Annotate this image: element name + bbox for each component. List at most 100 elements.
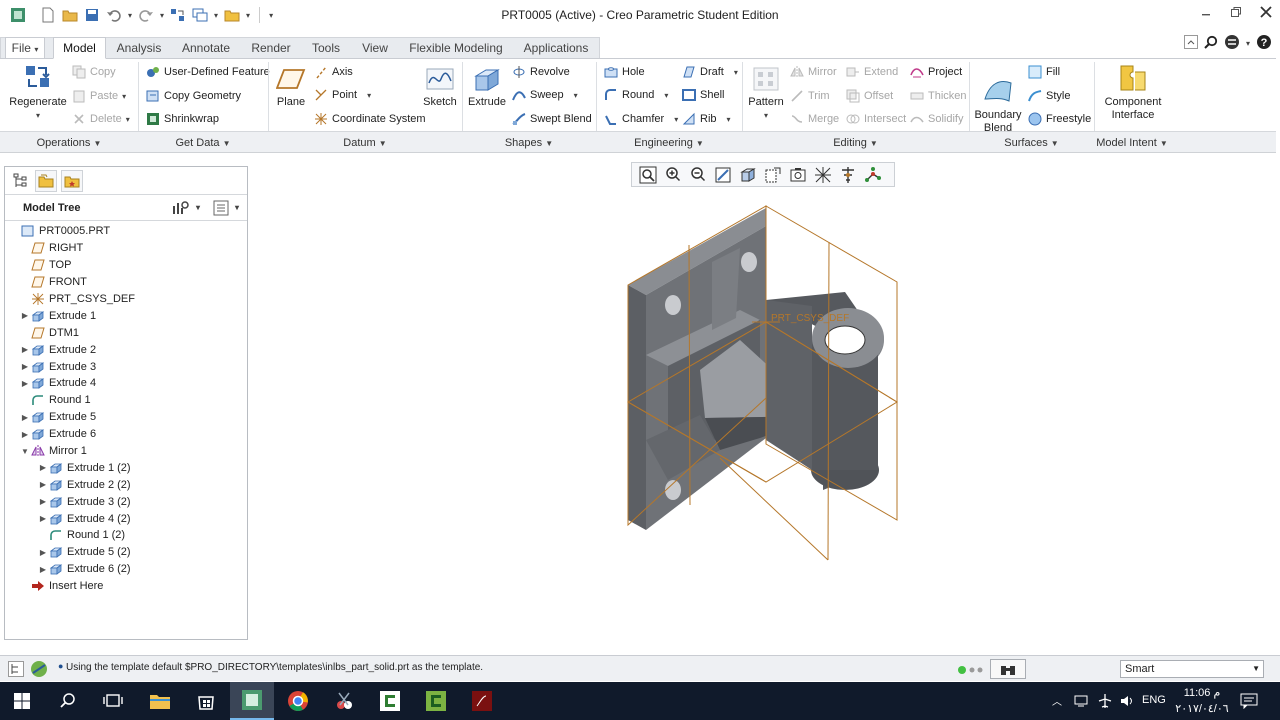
tree-item[interactable]: ▶ Extrude 2 (2) [5, 476, 247, 493]
thicken-button[interactable]: Thicken [910, 89, 967, 103]
trim-button[interactable]: Trim [790, 89, 830, 103]
windows-icon[interactable] [192, 7, 208, 23]
tray-expand-icon[interactable]: ︿ [1052, 693, 1062, 708]
language-indicator[interactable]: ENG [1142, 694, 1166, 706]
chamfer-button[interactable]: Chamfer ▾ [604, 112, 678, 126]
expand-icon[interactable]: ▶ [37, 497, 49, 506]
group-engineering[interactable]: Engineering ▼ [596, 137, 742, 149]
sketch-button[interactable]: Sketch [420, 66, 460, 109]
toggle-navigator-icon[interactable] [8, 661, 24, 680]
search-icon[interactable] [1204, 35, 1218, 52]
insert-here-marker[interactable]: Insert Here [5, 578, 247, 595]
show-filters-icon[interactable] [213, 200, 229, 219]
tree-item[interactable]: Round 1 [5, 392, 247, 409]
copy-geometry-button[interactable]: Copy Geometry [146, 89, 241, 103]
camtasia-recorder-button[interactable] [414, 682, 458, 720]
clock[interactable]: 11:06 م ٢٠١٧/٠٤/٠٦ [1175, 685, 1229, 717]
copy-button[interactable]: Copy [72, 65, 116, 79]
offset-button[interactable]: Offset [846, 89, 893, 103]
tree-item[interactable]: ▶ Extrude 3 (2) [5, 493, 247, 510]
task-view-button[interactable] [91, 682, 135, 720]
expand-icon[interactable]: ▶ [37, 480, 49, 489]
expand-icon[interactable]: ▶ [37, 514, 49, 523]
tree-item[interactable]: DTM1 [5, 324, 247, 341]
user-defined-feature-button[interactable]: User-Defined Feature [146, 65, 270, 79]
model-viewport[interactable]: PRT_CSYS_DEF [250, 155, 1280, 650]
help-icon[interactable]: ? [1256, 34, 1272, 53]
tab-analysis[interactable]: Analysis [108, 37, 170, 59]
shrinkwrap-button[interactable]: Shrinkwrap [146, 112, 219, 126]
tab-view[interactable]: View [352, 37, 398, 59]
graphics-window[interactable]: PRT_CSYS_DEF [250, 155, 1280, 650]
tree-item[interactable]: ▶ Extrude 5 [5, 409, 247, 426]
tab-flexible-modeling[interactable]: Flexible Modeling [400, 37, 512, 59]
creo-taskbar-button[interactable] [230, 682, 274, 720]
tree-item[interactable]: FRONT [5, 274, 247, 291]
round-button[interactable]: Round ▾ [604, 88, 668, 102]
tree-item[interactable]: RIGHT [5, 240, 247, 257]
favorites-tab-icon[interactable] [61, 170, 83, 192]
project-button[interactable]: Project [910, 65, 962, 79]
style-button[interactable]: Style [1028, 89, 1070, 103]
tab-applications[interactable]: Applications [514, 37, 598, 59]
component-interface-button[interactable]: Component Interface [1102, 64, 1164, 122]
chrome-button[interactable] [276, 682, 320, 720]
collapse-icon[interactable]: ▼ [19, 447, 31, 456]
tree-item[interactable]: ▼ Mirror 1 [5, 443, 247, 460]
regenerate-small-icon[interactable] [170, 7, 186, 23]
tree-item[interactable]: ▶ Extrude 4 (2) [5, 510, 247, 527]
account-dropdown-icon[interactable]: ▾ [1246, 39, 1250, 48]
group-get-data[interactable]: Get Data ▼ [138, 137, 268, 149]
restore-icon[interactable] [1230, 6, 1242, 21]
swept-blend-button[interactable]: Swept Blend [512, 112, 592, 126]
regenerate-button[interactable]: Regenerate ▾ [8, 62, 68, 122]
group-datum[interactable]: Datum ▼ [268, 137, 462, 149]
paste-button[interactable]: Paste ▾ [72, 89, 126, 103]
hole-button[interactable]: Hole [604, 65, 645, 79]
save-icon[interactable] [84, 7, 100, 23]
tree-item[interactable]: ▶ Extrude 2 [5, 341, 247, 358]
group-operations[interactable]: Operations ▼ [0, 137, 138, 149]
new-file-icon[interactable] [40, 7, 56, 23]
axis-button[interactable]: Axis [314, 65, 353, 79]
folder-dropdown-icon[interactable]: ▾ [246, 11, 250, 20]
expand-icon[interactable]: ▶ [19, 345, 31, 354]
tab-render[interactable]: Render [242, 37, 300, 59]
point-button[interactable]: Point ▾ [314, 88, 371, 102]
undo-dropdown-icon[interactable]: ▾ [128, 11, 132, 20]
expand-icon[interactable]: ▶ [37, 463, 49, 472]
delete-button[interactable]: Delete ▾ [72, 112, 130, 126]
draft-button[interactable]: Draft ▾ [682, 65, 738, 79]
close-window-folder-icon[interactable] [224, 7, 240, 23]
tree-item[interactable]: ▶ Extrude 6 [5, 426, 247, 443]
sweep-button[interactable]: Sweep ▾ [512, 88, 578, 102]
tree-settings-dropdown-icon[interactable]: ▾ [196, 203, 200, 212]
extend-button[interactable]: Extend [846, 65, 898, 79]
plane-button[interactable]: Plane [275, 66, 307, 109]
tab-model[interactable]: Model [53, 37, 106, 59]
shell-button[interactable]: Shell [682, 88, 724, 102]
freestyle-button[interactable]: Freestyle [1028, 112, 1091, 126]
file-explorer-button[interactable] [138, 682, 182, 720]
folder-browser-tab-icon[interactable] [35, 170, 57, 192]
tree-item[interactable]: TOP [5, 257, 247, 274]
solidify-button[interactable]: Solidify [910, 112, 963, 126]
customize-qat-icon[interactable]: ▾ [269, 11, 273, 20]
find-button[interactable] [990, 659, 1026, 679]
expand-icon[interactable]: ▶ [19, 430, 31, 439]
windows-dropdown-icon[interactable]: ▾ [214, 11, 218, 20]
merge-button[interactable]: Merge [790, 112, 839, 126]
tree-item[interactable]: PRT0005.PRT [5, 223, 247, 240]
store-button[interactable] [184, 682, 228, 720]
expand-icon[interactable]: ▶ [37, 548, 49, 557]
intersect-button[interactable]: Intersect [846, 112, 906, 126]
rib-button[interactable]: Rib ▾ [682, 112, 731, 126]
collapse-ribbon-icon[interactable] [1183, 35, 1198, 52]
tree-item[interactable]: Round 1 (2) [5, 527, 247, 544]
tree-item[interactable]: ▶ Extrude 1 (2) [5, 459, 247, 476]
undo-icon[interactable] [106, 7, 122, 23]
pdf-reader-button[interactable] [460, 682, 504, 720]
tab-tools[interactable]: Tools [302, 37, 350, 59]
network-icon[interactable] [1074, 694, 1090, 711]
redo-dropdown-icon[interactable]: ▾ [160, 11, 164, 20]
